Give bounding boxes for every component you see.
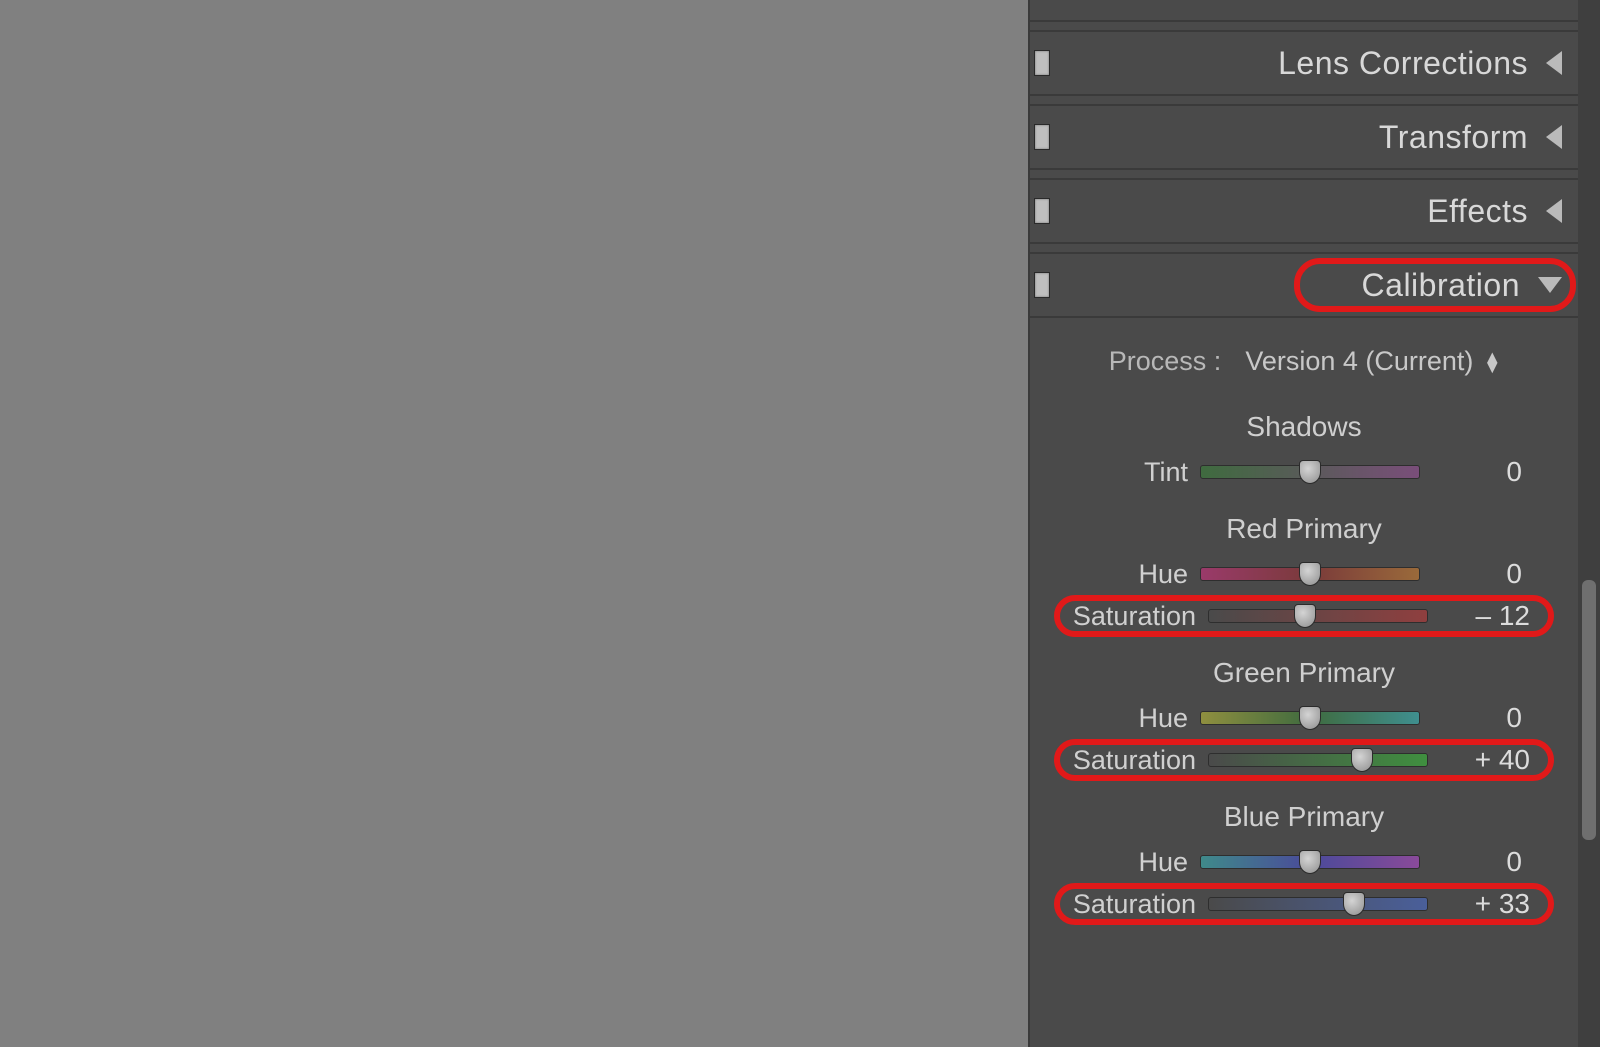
panel-switch-icon[interactable]: [1034, 198, 1050, 224]
slider-value[interactable]: 0: [1432, 846, 1522, 878]
slider-handle[interactable]: [1299, 460, 1321, 484]
slider-value[interactable]: + 33: [1440, 888, 1530, 920]
slider-value[interactable]: 0: [1432, 456, 1522, 488]
slider-red-hue[interactable]: Hue 0: [1054, 553, 1554, 595]
process-label: Process :: [1109, 346, 1222, 377]
slider-value[interactable]: + 40: [1440, 744, 1530, 776]
calibration-panel-body: Process : Version 4 (Current) ▲▼ Shadows…: [1030, 326, 1578, 955]
panel-title: Transform: [1379, 119, 1528, 156]
chevron-left-icon: [1546, 125, 1562, 149]
panel-header-cropped[interactable]: [1030, 0, 1578, 22]
panel-header-calibration[interactable]: Calibration: [1030, 252, 1578, 318]
panel-header-transform[interactable]: Transform: [1030, 104, 1578, 170]
chevron-left-icon: [1546, 199, 1562, 223]
slider-shadows-tint[interactable]: Tint 0: [1054, 451, 1554, 493]
chevron-down-icon: [1538, 277, 1562, 293]
slider-handle[interactable]: [1343, 892, 1365, 916]
panel-switch-icon[interactable]: [1034, 124, 1050, 150]
updown-arrows-icon: ▲▼: [1483, 352, 1499, 372]
panel-title: Effects: [1427, 193, 1528, 230]
slider-label: Tint: [1058, 457, 1188, 488]
slider-label: Saturation: [1066, 745, 1196, 776]
slider-label: Hue: [1058, 703, 1188, 734]
slider-handle[interactable]: [1299, 706, 1321, 730]
slider-red-saturation[interactable]: Saturation – 12: [1054, 595, 1554, 637]
slider-value[interactable]: 0: [1432, 702, 1522, 734]
scrollbar-thumb[interactable]: [1582, 580, 1596, 840]
slider-track[interactable]: [1208, 753, 1428, 767]
process-version-dropdown[interactable]: Version 4 (Current) ▲▼: [1245, 346, 1499, 377]
develop-side-panel: Lens Corrections Transform Effects Calib…: [1028, 0, 1600, 1047]
panel-title: Calibration: [1362, 267, 1520, 304]
panel-header-lens-corrections[interactable]: Lens Corrections: [1030, 30, 1578, 96]
group-title-green-primary: Green Primary: [1054, 657, 1554, 689]
slider-handle[interactable]: [1299, 562, 1321, 586]
process-version-value: Version 4 (Current): [1245, 346, 1473, 377]
slider-label: Saturation: [1066, 889, 1196, 920]
group-title-shadows: Shadows: [1054, 411, 1554, 443]
slider-handle[interactable]: [1294, 604, 1316, 628]
slider-blue-hue[interactable]: Hue 0: [1054, 841, 1554, 883]
slider-blue-saturation[interactable]: Saturation + 33: [1054, 883, 1554, 925]
image-preview-canvas: [0, 0, 1028, 1047]
slider-label: Saturation: [1066, 601, 1196, 632]
slider-handle[interactable]: [1351, 748, 1373, 772]
panel-title: Lens Corrections: [1278, 45, 1528, 82]
slider-track[interactable]: [1208, 897, 1428, 911]
slider-label: Hue: [1058, 559, 1188, 590]
slider-handle[interactable]: [1299, 850, 1321, 874]
panel-switch-icon[interactable]: [1034, 50, 1050, 76]
slider-label: Hue: [1058, 847, 1188, 878]
slider-green-saturation[interactable]: Saturation + 40: [1054, 739, 1554, 781]
panel-switch-icon[interactable]: [1034, 272, 1050, 298]
group-title-red-primary: Red Primary: [1054, 513, 1554, 545]
panel-scrollbar[interactable]: [1578, 0, 1600, 1047]
group-title-blue-primary: Blue Primary: [1054, 801, 1554, 833]
chevron-left-icon: [1546, 51, 1562, 75]
slider-green-hue[interactable]: Hue 0: [1054, 697, 1554, 739]
slider-value[interactable]: 0: [1432, 558, 1522, 590]
slider-track[interactable]: [1208, 609, 1428, 623]
slider-value[interactable]: – 12: [1440, 600, 1530, 632]
panel-header-effects[interactable]: Effects: [1030, 178, 1578, 244]
